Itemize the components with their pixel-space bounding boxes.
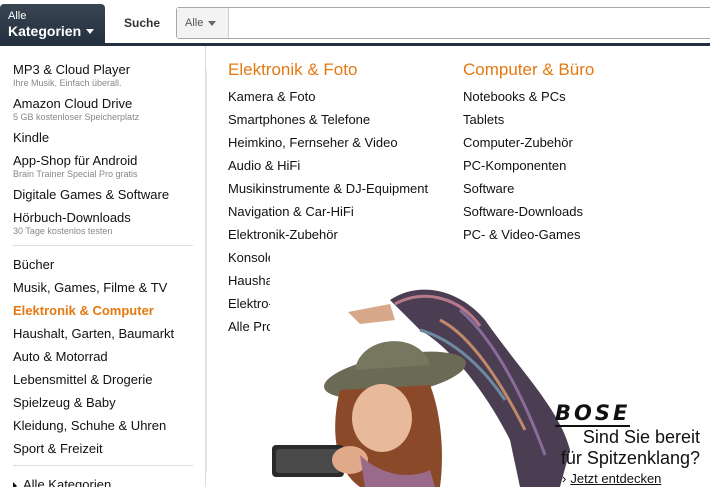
menu-divider xyxy=(13,465,193,466)
menu-item-subtitle: Ihre Musik. Einfach überall. xyxy=(13,78,122,88)
ad-headline-line2: für Spitzenklang? xyxy=(560,448,700,468)
menu-item[interactable]: App-Shop für Android xyxy=(13,153,205,169)
arrow-right-icon xyxy=(13,481,17,487)
flyout-link[interactable]: Software-Downloads xyxy=(463,204,623,220)
menu-item[interactable]: Kleidung, Schuhe & Uhren xyxy=(13,418,205,434)
ad-cta-link[interactable]: › Jetzt entdecken xyxy=(562,471,661,486)
chevron-down-icon xyxy=(86,29,95,35)
menu-divider xyxy=(13,245,193,246)
menu-item[interactable]: Auto & Motorrad xyxy=(13,349,205,365)
category-button-small-label: Alle xyxy=(8,10,27,22)
search-category-dropdown[interactable]: Alle xyxy=(177,8,229,38)
bose-logo: BOSE xyxy=(555,401,631,427)
menu-item[interactable]: Sport & Freizeit xyxy=(13,441,205,457)
menu-item-subtitle: 5 GB kostenloser Speicherplatz xyxy=(13,112,140,122)
menu-item[interactable]: Bücher xyxy=(13,257,205,273)
top-bar: Alle Kategorien Suche Alle xyxy=(0,0,710,46)
arrow-right-icon: › xyxy=(562,471,567,486)
search-label: Suche xyxy=(124,16,161,30)
flyout-link[interactable]: Heimkino, Fernseher & Video xyxy=(228,135,428,151)
menu-item[interactable]: Digitale Games & Software xyxy=(13,187,205,203)
chevron-down-icon xyxy=(208,20,217,26)
flyout-heading[interactable]: Computer & Büro xyxy=(463,60,623,80)
menu-item-subtitle: 30 Tage kostenlos testen xyxy=(13,226,113,236)
flyout-link[interactable]: Kamera & Foto xyxy=(228,89,428,105)
flyout-link[interactable]: Notebooks & PCs xyxy=(463,89,623,105)
flyout-link[interactable]: Audio & HiFi xyxy=(228,158,428,174)
ad-headline: Sind Sie bereit für Spitzenklang? xyxy=(540,427,700,469)
menu-item[interactable]: Musik, Games, Filme & TV xyxy=(13,280,205,296)
flyout-heading[interactable]: Elektronik & Foto xyxy=(228,60,428,80)
all-categories-button[interactable]: Alle Kategorien xyxy=(0,4,105,46)
menu-item[interactable]: Kindle xyxy=(13,130,205,146)
search-input[interactable]: Alle xyxy=(176,7,710,39)
flyout-link[interactable]: Tablets xyxy=(463,112,623,128)
category-menu: MP3 & Cloud Player Ihre Musik. Einfach üb… xyxy=(0,46,206,487)
menu-item[interactable]: Amazon Cloud Drive xyxy=(13,96,205,112)
menu-item[interactable]: Spielzeug & Baby xyxy=(13,395,205,411)
flyout-link[interactable]: Smartphones & Telefone xyxy=(228,112,428,128)
menu-item-subtitle: Brain Trainer Special Pro gratis xyxy=(13,169,138,179)
flyout-link[interactable]: PC-Komponenten xyxy=(463,158,623,174)
flyout-link[interactable]: Software xyxy=(463,181,623,197)
ad-headline-line1: Sind Sie bereit xyxy=(582,427,700,447)
menu-item[interactable]: Hörbuch-Downloads xyxy=(13,210,205,226)
search-dropdown-value: Alle xyxy=(185,17,204,29)
flyout-link[interactable]: Musikinstrumente & DJ-Equipment xyxy=(228,181,428,197)
all-categories-label: Alle Kategorien xyxy=(23,477,112,487)
category-button-label: Kategorien xyxy=(8,23,82,39)
ad-cta-label: Jetzt entdecken xyxy=(570,471,662,486)
menu-item[interactable]: Haushalt, Garten, Baumarkt xyxy=(13,326,205,342)
menu-item-active[interactable]: Elektronik & Computer xyxy=(13,303,205,319)
flyout-link[interactable]: Navigation & Car-HiFi xyxy=(228,204,428,220)
all-categories-link[interactable]: Alle Kategorien xyxy=(13,477,205,487)
menu-item[interactable]: MP3 & Cloud Player xyxy=(13,62,205,78)
menu-item[interactable]: Lebensmittel & Drogerie xyxy=(13,372,205,388)
flyout-link[interactable]: Computer-Zubehör xyxy=(463,135,623,151)
